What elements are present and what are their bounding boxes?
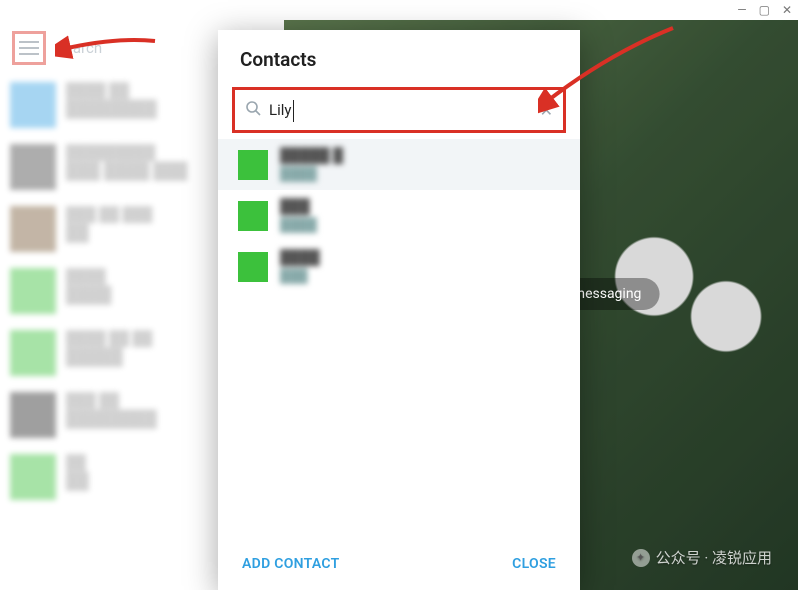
text-caret	[293, 100, 294, 122]
contacts-modal: Contacts ✕ █████ █████ ███████ ███████ A…	[218, 30, 580, 590]
contacts-search-wrap: ✕	[232, 87, 566, 133]
contact-avatar	[238, 252, 268, 282]
window-titlebar: — ▢ ✕	[0, 0, 798, 20]
maximize-button[interactable]: ▢	[759, 3, 770, 17]
sidebar-search-placeholder[interactable]: Search	[56, 39, 102, 57]
contact-result-item[interactable]: ███████	[218, 241, 580, 292]
chat-avatar	[10, 206, 56, 252]
watermark-text: 公众号 · 凌锐应用	[656, 547, 772, 568]
contacts-search-input[interactable]	[269, 101, 540, 119]
watermark-icon: ✦	[632, 549, 650, 567]
close-modal-button[interactable]: CLOSE	[512, 556, 556, 572]
menu-button[interactable]	[12, 31, 46, 65]
close-window-button[interactable]: ✕	[782, 3, 792, 17]
chat-avatar	[10, 144, 56, 190]
chat-avatar	[10, 82, 56, 128]
chat-name: ████ ██	[66, 82, 129, 99]
clear-search-icon[interactable]: ✕	[540, 101, 553, 120]
minimize-button[interactable]: —	[737, 3, 746, 17]
chat-name: ████	[66, 268, 106, 285]
contact-avatar	[238, 201, 268, 231]
search-icon	[245, 100, 261, 120]
chat-name: ███ ██	[66, 392, 119, 409]
hamburger-icon	[19, 41, 39, 55]
chat-name: ███ ██ ███	[66, 206, 152, 223]
add-contact-button[interactable]: ADD CONTACT	[242, 556, 340, 572]
contact-result-item[interactable]: ███████	[218, 190, 580, 241]
modal-title: Contacts	[218, 30, 580, 83]
contact-result-item[interactable]: █████ █████	[218, 139, 580, 190]
chat-avatar	[10, 330, 56, 376]
chat-name: █████████	[66, 144, 155, 161]
watermark: ✦ 公众号 · 凌锐应用	[632, 547, 772, 568]
chat-avatar	[10, 392, 56, 438]
contacts-results: █████ █████ ███████ ███████	[218, 139, 580, 542]
contact-avatar	[238, 150, 268, 180]
chat-avatar	[10, 268, 56, 314]
chat-avatar	[10, 454, 56, 500]
contact-text: ███████	[280, 198, 317, 233]
chat-name: ████ ██ ██	[66, 330, 152, 347]
contact-text: █████ █████	[280, 147, 343, 182]
modal-actions: ADD CONTACT CLOSE	[218, 542, 580, 590]
chat-name: ██	[66, 454, 86, 471]
contact-text: ███████	[280, 249, 320, 284]
